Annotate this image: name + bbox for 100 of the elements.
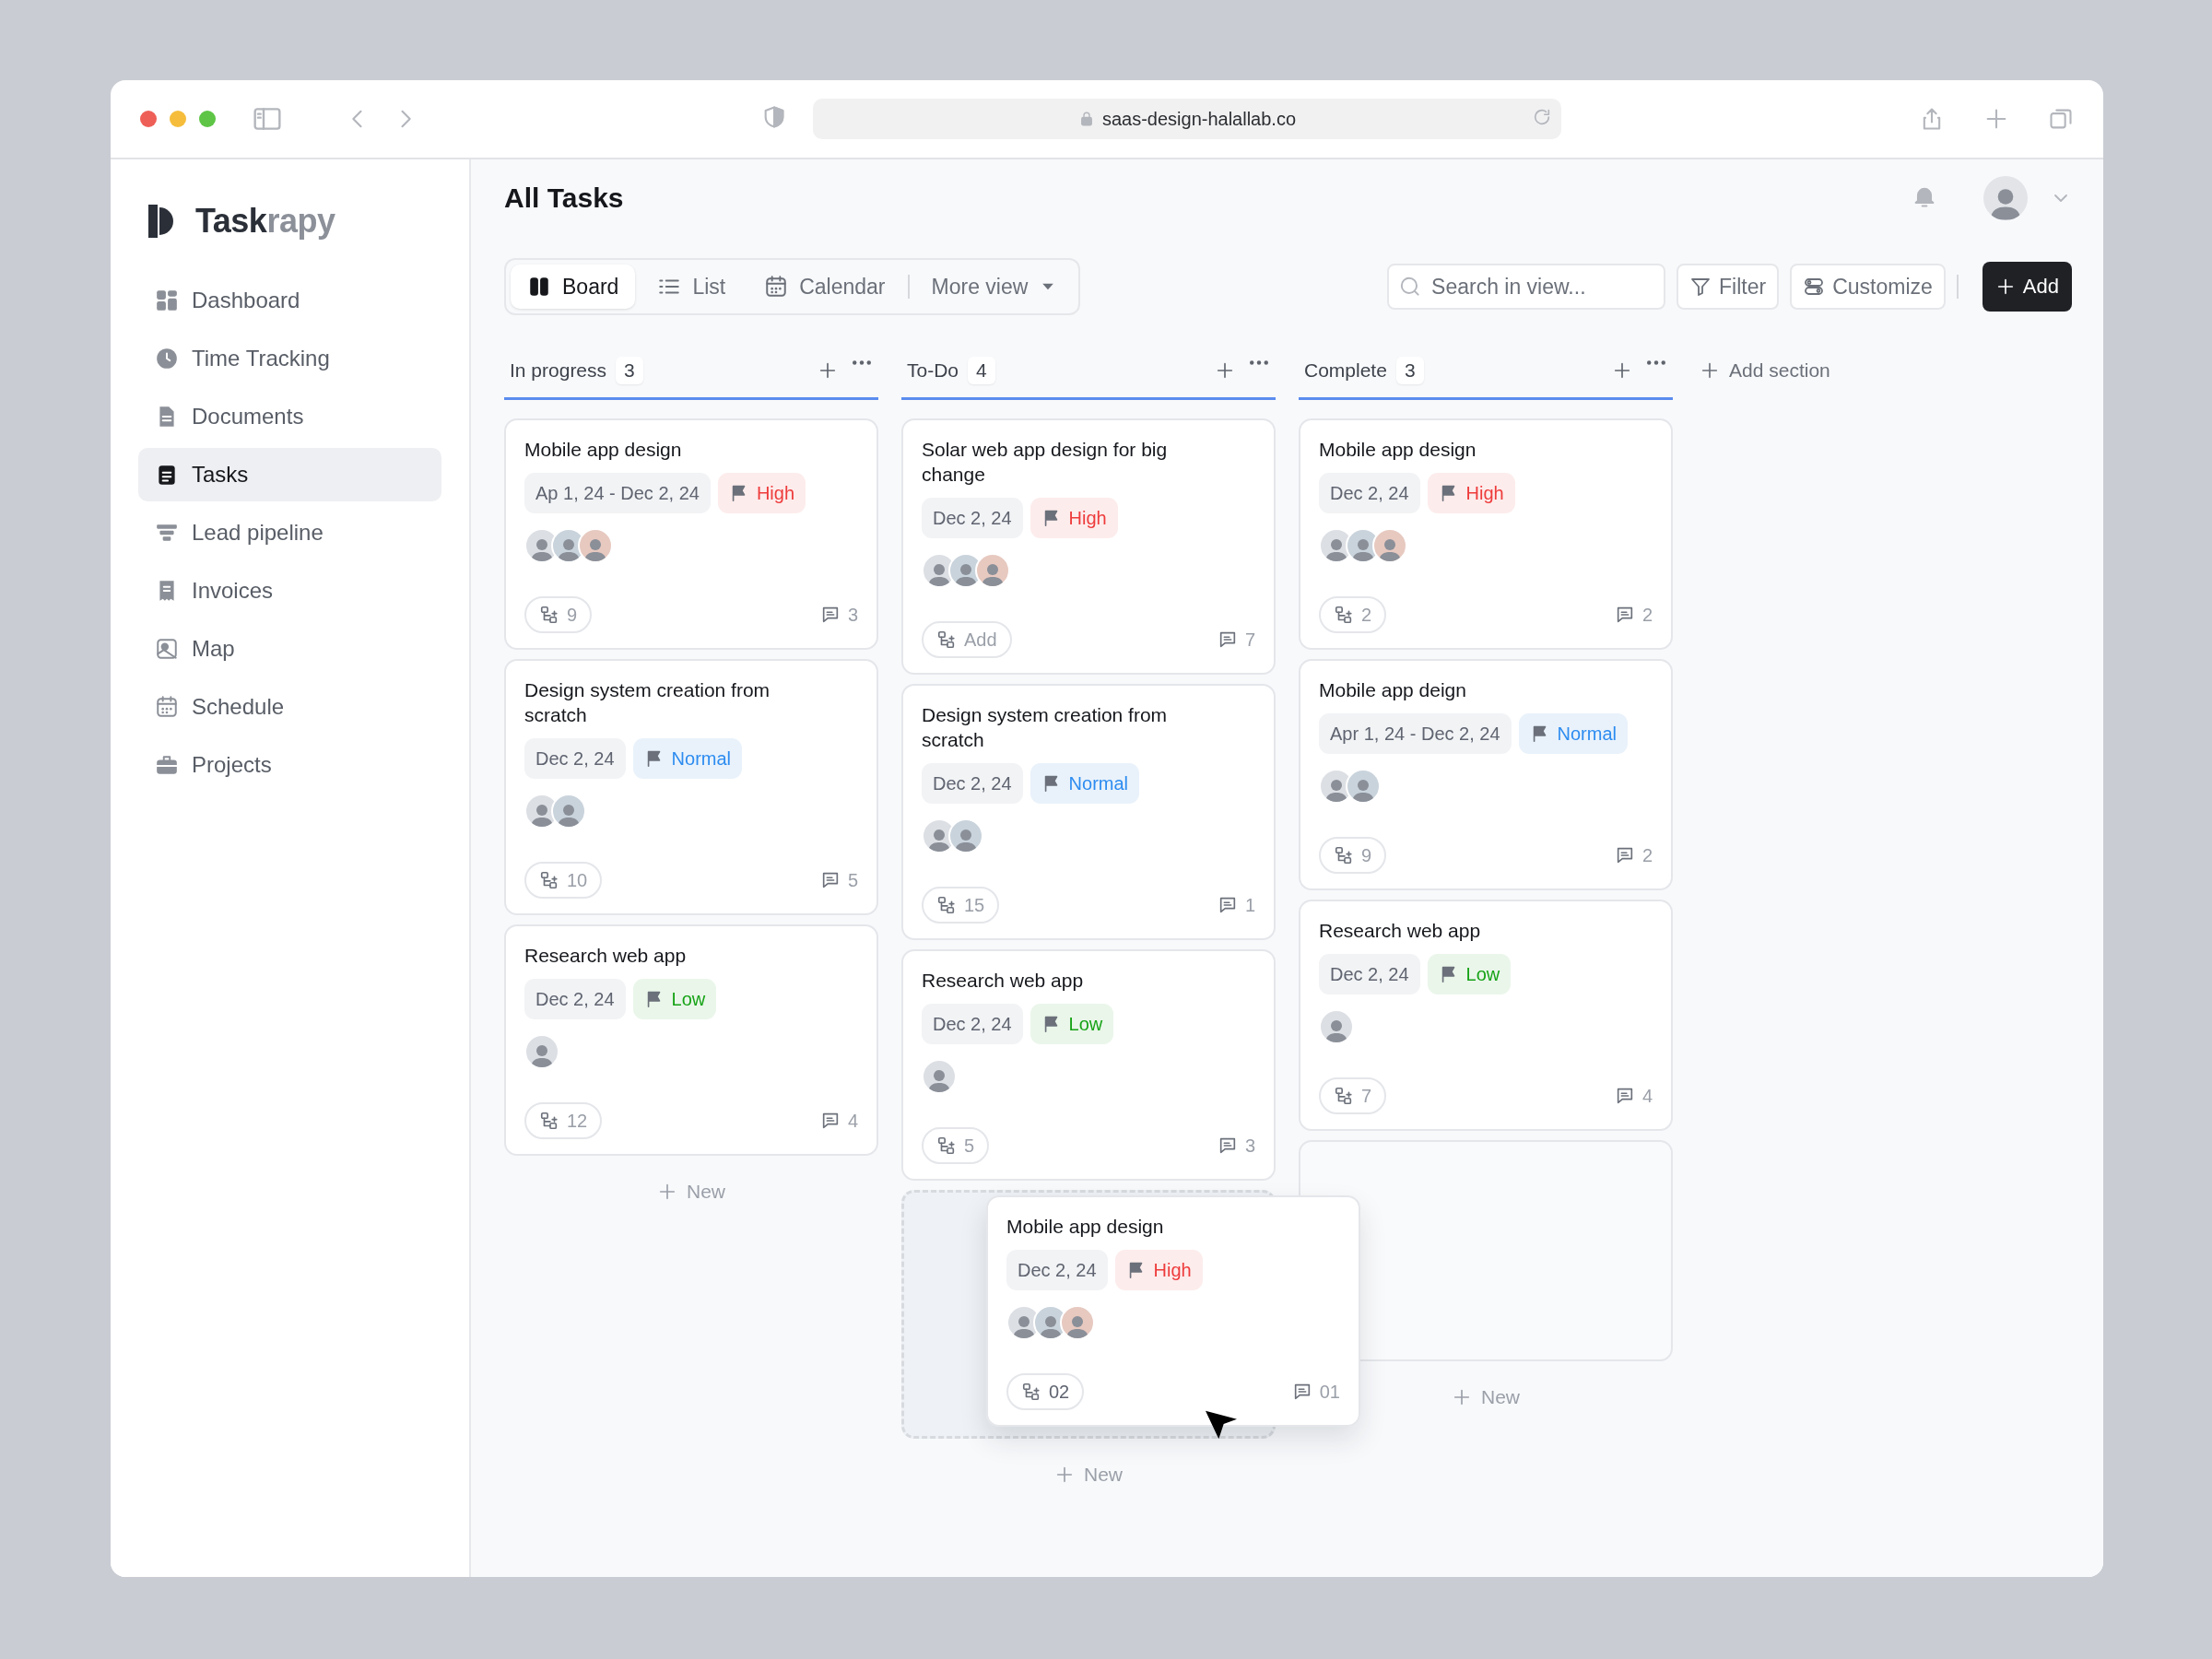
plus-icon xyxy=(657,1182,677,1202)
user-avatar[interactable] xyxy=(1983,176,2028,220)
url-text: saas-design-halallab.co xyxy=(1101,108,1297,130)
cursor-icon xyxy=(1206,1409,1237,1441)
page-title: All Tasks xyxy=(504,182,624,214)
task-title: Mobile app design xyxy=(1006,1215,1165,1239)
add-section-button[interactable]: Add section xyxy=(1692,344,1838,397)
plus-icon xyxy=(1612,360,1632,381)
view-tab[interactable]: Board xyxy=(511,265,636,309)
task-title: Mobile app deign xyxy=(1319,678,1467,702)
view-tab[interactable]: List xyxy=(641,265,743,309)
sidebar-item[interactable]: Schedule xyxy=(138,680,441,734)
sidebar-item[interactable]: Lead pipeline xyxy=(138,506,441,559)
view-tab[interactable]: Calendar xyxy=(747,265,902,309)
task-card[interactable]: Solar web app design for big change Dec 2, 24 High Add 7 xyxy=(901,418,1276,675)
priority-label: Low xyxy=(671,988,706,1010)
priority-label: High xyxy=(1465,482,1504,504)
search-field[interactable]: Search in view... xyxy=(1387,264,1666,310)
comment-count: 4 xyxy=(847,1110,858,1132)
priority-label: Normal xyxy=(1557,723,1617,745)
zoom-button[interactable] xyxy=(199,111,216,127)
comment-count: 4 xyxy=(1641,1085,1653,1107)
filter-button[interactable]: Filter xyxy=(1677,264,1780,310)
clock-icon xyxy=(155,347,179,371)
column-count: 3 xyxy=(1395,357,1424,384)
task-title: Mobile app design xyxy=(1319,438,1477,462)
subtask-icon xyxy=(1334,1086,1354,1106)
sidebar-item[interactable]: Tasks xyxy=(138,448,441,501)
subtask-icon xyxy=(936,895,957,915)
subtask-icon xyxy=(1334,845,1354,865)
customize-icon xyxy=(1803,276,1826,298)
task-card[interactable]: Research web app Dec 2, 24 Low 5 3 xyxy=(901,949,1276,1181)
plus-icon xyxy=(1215,360,1235,381)
task-card[interactable]: Mobile app design Dec 2, 24 High 2 2 xyxy=(1299,418,1673,650)
logo-text: Taskrapy xyxy=(195,202,335,241)
task-card[interactable]: Design system creation from scratch Dec 2, 24 Normal 15 1 xyxy=(901,684,1276,940)
date-chip: Apr 1, 24 - Dec 2, 24 xyxy=(1319,713,1512,754)
close-button[interactable] xyxy=(140,111,157,127)
priority-label: High xyxy=(1068,507,1107,529)
column-title: Complete xyxy=(1304,359,1387,382)
subtask-icon xyxy=(539,870,559,890)
map-icon xyxy=(155,637,179,661)
task-title: Research web app xyxy=(524,944,688,968)
sidebar-item[interactable]: Dashboard xyxy=(138,274,441,327)
task-card[interactable]: Research web app Dec 2, 24 Low 7 4 xyxy=(1299,900,1673,1131)
add-button[interactable]: Add xyxy=(1982,262,2072,312)
sidebar-item[interactable]: Documents xyxy=(138,390,441,443)
task-title: Research web app xyxy=(922,969,1085,993)
task-card[interactable]: Mobile app design Dec 2, 24 High 02 01 xyxy=(986,1195,1360,1427)
plus-icon xyxy=(818,360,838,381)
date-chip: Dec 2, 24 xyxy=(524,738,626,779)
comment-count: 1 xyxy=(1244,894,1255,916)
calendar-icon xyxy=(155,695,179,719)
date-chip: Dec 2, 24 xyxy=(1319,473,1420,513)
address-bar[interactable]: saas-design-halallab.co xyxy=(813,99,1561,139)
task-title: Mobile app design xyxy=(524,438,683,462)
priority-label: Normal xyxy=(671,747,732,770)
subtask-icon xyxy=(539,605,559,625)
more-icon xyxy=(853,360,871,365)
column-count: 3 xyxy=(616,357,643,384)
subtask-icon xyxy=(936,1135,957,1156)
comment-count: 5 xyxy=(847,869,858,891)
more-icon xyxy=(1647,360,1665,365)
subtask-button[interactable]: 02 xyxy=(1006,1373,1085,1410)
task-card[interactable]: Mobile app deign Apr 1, 24 - Dec 2, 24 Normal 9 2 xyxy=(1299,659,1673,890)
priority-label: Normal xyxy=(1068,772,1129,794)
priority-label: Low xyxy=(1068,1013,1103,1035)
priority-label: High xyxy=(1153,1259,1192,1281)
sidebar-item[interactable]: Projects xyxy=(138,738,441,792)
priority-label: High xyxy=(756,482,795,504)
briefcase-icon xyxy=(155,753,179,777)
subtask-icon xyxy=(1334,605,1354,625)
filter-icon xyxy=(1689,276,1712,298)
plus-icon xyxy=(1452,1387,1472,1407)
priority-label: Low xyxy=(1465,963,1500,985)
sidebar-item[interactable]: Map xyxy=(138,622,441,676)
task-title: Research web app xyxy=(1319,919,1482,943)
more-view-dropdown[interactable]: More view xyxy=(914,265,1075,309)
more-icon xyxy=(1250,360,1268,365)
comment-count: 3 xyxy=(1244,1135,1255,1157)
task-card[interactable]: Research web app Dec 2, 24 Low 12 4 xyxy=(504,924,878,1156)
board-icon xyxy=(527,275,551,299)
task-card[interactable]: Design system creation from scratch Dec 2, 24 Normal 10 5 xyxy=(504,659,878,915)
task-title: Design system creation from scratch xyxy=(922,703,1169,752)
comment-count: 2 xyxy=(1641,604,1653,626)
comment-count: 2 xyxy=(1641,844,1653,866)
subtask-icon xyxy=(539,1111,559,1131)
task-title: Design system creation from scratch xyxy=(524,678,771,727)
customize-button[interactable]: Customize xyxy=(1790,264,1946,310)
subtask-icon xyxy=(1021,1382,1041,1402)
date-chip: Ap 1, 24 - Dec 2, 24 xyxy=(524,473,711,513)
column-title: In progress xyxy=(510,359,607,382)
column-title: To-Do xyxy=(907,359,959,382)
date-chip: Dec 2, 24 xyxy=(922,763,1023,804)
sidebar-item[interactable]: Time Tracking xyxy=(138,332,441,385)
sidebar-item[interactable]: Invoices xyxy=(138,564,441,618)
subtask-icon xyxy=(936,629,957,650)
comment-count: 3 xyxy=(847,604,858,626)
date-chip: Dec 2, 24 xyxy=(1006,1250,1108,1290)
task-card[interactable]: Mobile app design Ap 1, 24 - Dec 2, 24 High 9 3 xyxy=(504,418,878,650)
